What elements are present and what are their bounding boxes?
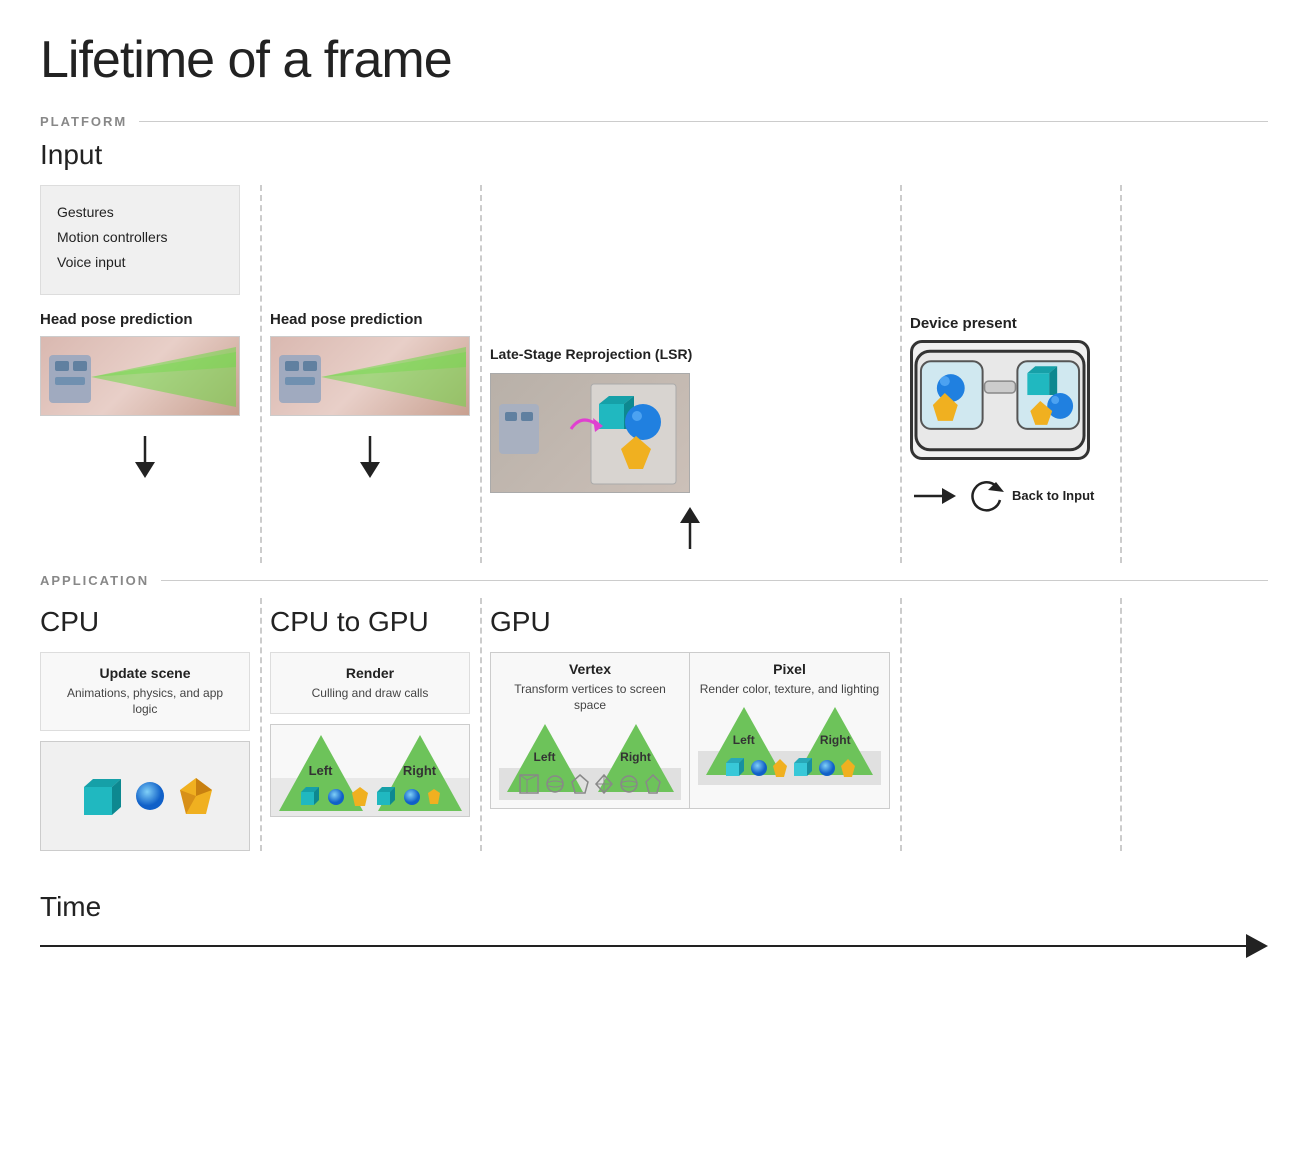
col-gpu-top: Late-Stage Reprojection (LSR) <box>480 185 900 563</box>
pixel-title: Pixel <box>698 661 881 677</box>
col-5-app <box>1120 598 1308 852</box>
col-4-app <box>900 598 1120 852</box>
lsr-title: Late-Stage Reprojection (LSR) <box>490 345 890 365</box>
cpu-title: CPU <box>40 606 250 638</box>
time-label: Time <box>40 891 1268 923</box>
device-present-label: Device present <box>910 315 1110 332</box>
gpu-title: GPU <box>490 606 890 638</box>
lsr-image <box>490 373 690 493</box>
update-scene-box: Update scene Animations, physics, and ap… <box>40 652 250 732</box>
vertex-right-label: Right <box>620 750 651 764</box>
teal-cube-icon <box>76 773 122 819</box>
pixel-col: Pixel Render color, texture, and lightin… <box>690 653 889 809</box>
arrow-up-lsr <box>490 503 890 553</box>
time-section: Time <box>40 881 1268 961</box>
pixel-left-label: Left <box>733 733 755 747</box>
render-title: Render <box>283 665 457 681</box>
back-to-input-label: Back to Input <box>1012 487 1094 505</box>
render-box: Render Culling and draw calls <box>270 652 470 715</box>
input-item-motion: Motion controllers <box>57 225 223 250</box>
col-device-present: Device present <box>900 185 1120 563</box>
col-head-pose-2: Head pose prediction <box>260 185 480 563</box>
platform-label: PLATFORM <box>40 114 1268 129</box>
input-item-gestures: Gestures <box>57 200 223 225</box>
time-arrow <box>40 931 1268 961</box>
arrow-down-1 <box>40 432 250 482</box>
gold-gem-icon <box>178 776 214 816</box>
input-section-title: Input <box>40 139 1268 171</box>
goggles-image <box>910 340 1090 460</box>
input-box: Gestures Motion controllers Voice input <box>40 185 240 295</box>
back-to-input-area: Back to Input <box>910 476 1110 516</box>
vertex-sub: Transform vertices to screen space <box>499 681 681 715</box>
update-scene-sub: Animations, physics, and app logic <box>53 685 237 719</box>
render-left-label: Left <box>309 763 333 778</box>
update-scene-title: Update scene <box>53 665 237 681</box>
vertex-left-label: Left <box>534 750 556 764</box>
head-pose-image-2 <box>270 336 470 416</box>
col-cpu: CPU Update scene Animations, physics, an… <box>40 598 260 852</box>
head-pose-image-1 <box>40 336 240 416</box>
col-5-top <box>1120 185 1308 563</box>
main-title: Lifetime of a frame <box>40 30 1268 90</box>
col-input: Gestures Motion controllers Voice input … <box>40 185 260 563</box>
vertex-col: Vertex Transform vertices to screen spac… <box>491 653 690 809</box>
render-triangles: Left Right <box>270 724 470 817</box>
col-gpu: GPU Vertex Transform vertices to screen … <box>480 598 900 852</box>
cpu2gpu-title: CPU to GPU <box>270 606 470 638</box>
input-item-voice: Voice input <box>57 250 223 275</box>
pixel-right-label: Right <box>820 733 851 747</box>
render-sub: Culling and draw calls <box>283 685 457 702</box>
pixel-sub: Render color, texture, and lighting <box>698 681 881 698</box>
application-label: APPLICATION <box>40 573 1268 588</box>
head-pose-label-1: Head pose prediction <box>40 311 250 328</box>
vertex-title: Vertex <box>499 661 681 677</box>
blue-sphere-icon <box>134 780 166 812</box>
cpu-objects-area <box>40 741 250 851</box>
render-right-label: Right <box>403 763 436 778</box>
arrow-down-2 <box>270 432 470 482</box>
head-pose-label-2: Head pose prediction <box>270 311 470 328</box>
col-cpu2gpu: CPU to GPU Render Culling and draw calls… <box>260 598 480 852</box>
